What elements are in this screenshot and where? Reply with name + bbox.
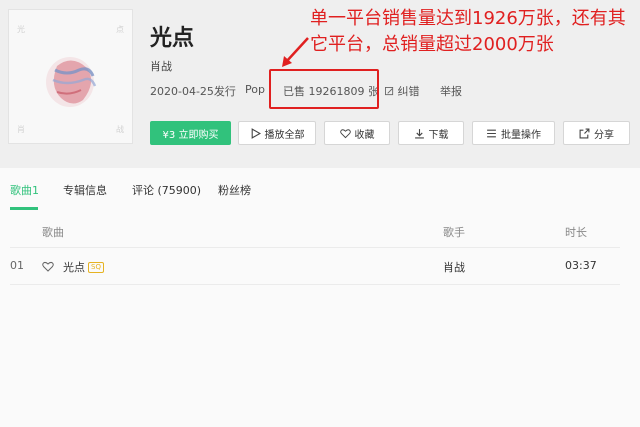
download-icon	[414, 128, 424, 138]
header-divider	[10, 247, 620, 248]
play-icon	[251, 127, 261, 139]
song-duration: 03:37	[565, 259, 597, 272]
tab-album-info[interactable]: 专辑信息	[63, 182, 107, 198]
release-date: 2020-04-25发行	[150, 85, 236, 98]
tab-songs[interactable]: 歌曲1	[10, 182, 39, 198]
play-all-label: 播放全部	[264, 129, 305, 141]
play-all-button[interactable]: 播放全部	[238, 121, 316, 145]
column-header-song: 歌曲	[42, 226, 64, 239]
column-header-duration: 时长	[565, 226, 587, 239]
report-link[interactable]: 举报	[440, 83, 462, 99]
cover-char-bottom-left: 肖	[17, 125, 25, 134]
batch-operation-label: 批量操作	[501, 129, 541, 141]
song-title-cell[interactable]: 光点 SQ	[63, 259, 104, 275]
list-icon	[487, 129, 496, 137]
cover-char-bottom-right: 战	[116, 125, 124, 134]
buy-button[interactable]: ¥3 立即购买	[150, 121, 231, 145]
collect-label: 收藏	[354, 129, 375, 141]
cover-art-heart-illustration	[46, 57, 97, 107]
tab-comments[interactable]: 评论 (75900)	[132, 182, 201, 198]
collect-button[interactable]: 收藏	[324, 121, 390, 145]
heart-icon	[339, 128, 351, 138]
share-button[interactable]: 分享	[563, 121, 630, 145]
row-index: 01	[10, 259, 24, 272]
tab-fans-rank[interactable]: 粉丝榜	[218, 182, 251, 198]
row-divider	[10, 284, 620, 285]
report-error-link[interactable]: 纠错	[385, 83, 420, 99]
annotation-highlight-box	[269, 69, 379, 109]
song-singer[interactable]: 肖战	[443, 259, 465, 275]
song-title: 光点	[63, 261, 85, 274]
annotation-text: 单一平台销售量达到1926万张，还有其它平台，总销量超过2000万张	[310, 8, 626, 55]
edit-icon	[385, 87, 394, 96]
cover-char-top-left: 光	[17, 25, 25, 34]
cover-char-top-right: 点	[116, 25, 124, 34]
album-title: 光点	[150, 26, 195, 51]
sq-badge: SQ	[88, 262, 104, 273]
column-header-singer: 歌手	[443, 226, 465, 239]
share-icon	[579, 128, 590, 138]
genre-link[interactable]: Pop	[245, 83, 265, 96]
album-tabs: 歌曲1 专辑信息 评论 (75900) 粉丝榜	[0, 168, 640, 212]
heart-icon[interactable]	[42, 261, 54, 272]
download-button[interactable]: 下载	[398, 121, 464, 145]
share-label: 分享	[594, 129, 614, 141]
report-error-label: 纠错	[397, 85, 420, 98]
active-tab-indicator	[10, 207, 38, 210]
batch-operation-button[interactable]: 批量操作	[472, 121, 555, 145]
download-label: 下载	[428, 129, 449, 141]
album-artist-link[interactable]: 肖战	[150, 58, 172, 74]
album-cover[interactable]: 光 点 肖 战	[8, 9, 133, 144]
